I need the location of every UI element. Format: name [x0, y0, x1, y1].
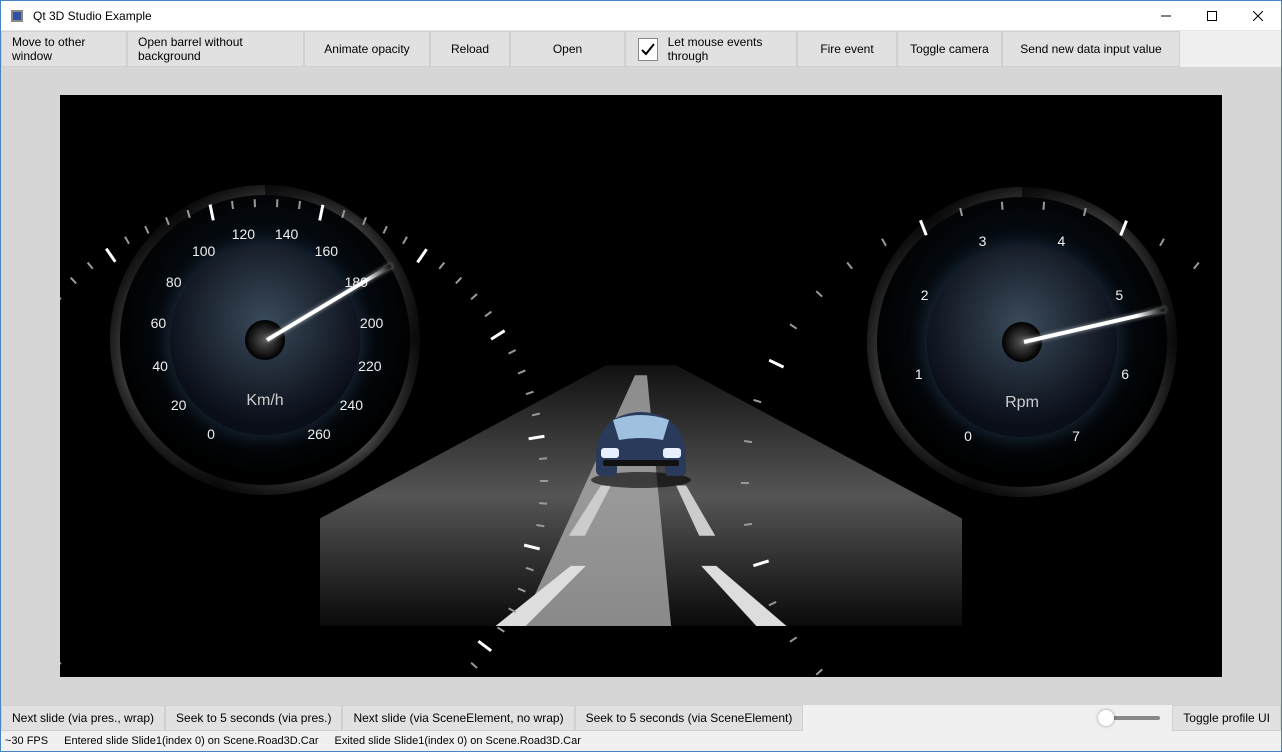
animate-opacity-button[interactable]: Animate opacity — [304, 31, 430, 67]
fps-label: ~30 FPS — [5, 735, 48, 747]
speedometer-gauge: 020406080100120140160180200220240260 Km/… — [110, 185, 420, 495]
next-slide-pres-button[interactable]: Next slide (via pres., wrap) — [1, 705, 165, 731]
maximize-button[interactable] — [1189, 1, 1235, 31]
let-mouse-through-toggle[interactable]: Let mouse events through — [625, 31, 797, 67]
tachometer-gauge: 01234567 Rpm — [867, 187, 1177, 497]
fire-event-button[interactable]: Fire event — [797, 31, 897, 67]
minimize-button[interactable] — [1143, 1, 1189, 31]
send-data-button[interactable]: Send new data input value — [1002, 31, 1180, 67]
bottom-toolbar: Next slide (via pres., wrap) Seek to 5 s… — [1, 705, 1281, 731]
checkbox-checked-icon — [638, 38, 658, 61]
seek-5-pres-button[interactable]: Seek to 5 seconds (via pres.) — [165, 705, 342, 731]
open-button[interactable]: Open — [510, 31, 625, 67]
seek-5-scene-button[interactable]: Seek to 5 seconds (via SceneElement) — [575, 705, 804, 731]
toggle-camera-button[interactable]: Toggle camera — [897, 31, 1002, 67]
top-toolbar: Move to other window Open barrel without… — [1, 31, 1281, 67]
let-mouse-label: Let mouse events through — [668, 35, 784, 63]
move-window-button[interactable]: Move to other window — [1, 31, 127, 67]
profile-slider[interactable] — [1092, 705, 1172, 731]
entered-slide-label: Entered slide Slide1(index 0) on Scene.R… — [64, 735, 318, 747]
next-slide-scene-button[interactable]: Next slide (via SceneElement, no wrap) — [342, 705, 574, 731]
close-button[interactable] — [1235, 1, 1281, 31]
app-icon — [9, 8, 25, 24]
window-title: Qt 3D Studio Example — [33, 9, 1143, 23]
titlebar: Qt 3D Studio Example — [1, 1, 1281, 31]
status-bar: ~30 FPS Entered slide Slide1(index 0) on… — [1, 731, 1281, 751]
toggle-profile-button[interactable]: Toggle profile UI — [1172, 705, 1281, 731]
speedometer-unit: Km/h — [246, 392, 283, 410]
viewport-container: 020406080100120140160180200220240260 Km/… — [1, 67, 1281, 705]
car-icon — [581, 398, 701, 488]
reload-button[interactable]: Reload — [430, 31, 510, 67]
tachometer-unit: Rpm — [1005, 394, 1039, 412]
exited-slide-label: Exited slide Slide1(index 0) on Scene.Ro… — [334, 735, 580, 747]
open-barrel-button[interactable]: Open barrel without background — [127, 31, 304, 67]
3d-viewport[interactable]: 020406080100120140160180200220240260 Km/… — [60, 95, 1222, 677]
